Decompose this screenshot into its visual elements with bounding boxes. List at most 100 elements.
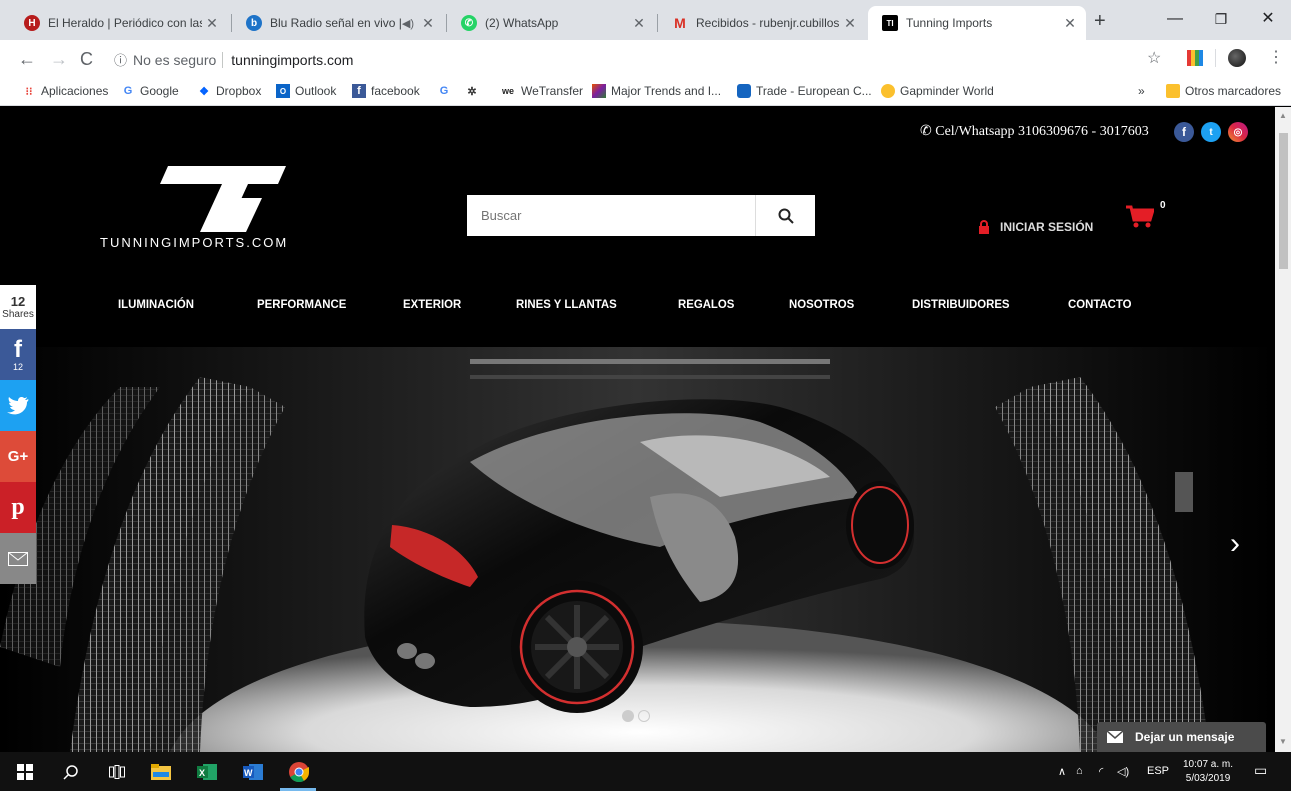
el-heraldo-favicon-icon: H: [24, 15, 40, 31]
blu-radio-favicon-icon: b: [246, 15, 262, 31]
file-explorer-icon[interactable]: [150, 761, 172, 783]
search-button[interactable]: [755, 195, 815, 236]
nav-distribuidores[interactable]: DISTRIBUIDORES: [912, 297, 1010, 311]
nav-iluminacion[interactable]: ILUMINACIÓN: [118, 297, 194, 311]
scrollbar-thumb[interactable]: [1279, 133, 1288, 269]
tray-chevron-icon[interactable]: ∧: [1058, 765, 1066, 778]
close-icon[interactable]: ✕: [1060, 15, 1080, 32]
close-icon[interactable]: ✕: [202, 15, 222, 32]
facebook-icon: f: [14, 335, 22, 363]
nav-nosotros[interactable]: NOSOTROS: [789, 297, 854, 311]
clock-time: 10:07 a. m.: [1183, 759, 1234, 770]
bookmark-google-2[interactable]: G: [437, 84, 456, 98]
profile-avatar[interactable]: [1228, 49, 1246, 67]
gmail-favicon-icon: M: [674, 15, 686, 31]
trends-icon: [592, 84, 606, 98]
info-icon[interactable]: ⓘ: [114, 50, 127, 69]
toolbar-divider: [1215, 49, 1216, 67]
language-indicator[interactable]: ESP: [1147, 765, 1169, 777]
task-view-icon[interactable]: [106, 761, 128, 783]
chat-label: Dejar un mensaje: [1135, 730, 1235, 744]
speaker-icon[interactable]: ◀︎): [402, 17, 414, 30]
whatsapp-icon: ✆: [920, 124, 932, 139]
bookmark-trade[interactable]: Trade - European C...: [737, 84, 872, 98]
bookmark-dropbox[interactable]: ❖ Dropbox: [197, 84, 261, 98]
windows-start-icon[interactable]: [14, 761, 36, 783]
close-icon[interactable]: ✕: [418, 15, 438, 32]
nav-rines-y-llantas[interactable]: RINES Y LLANTAS: [516, 297, 617, 311]
twitter-icon[interactable]: t: [1201, 122, 1221, 142]
search-box: [467, 195, 815, 236]
network-icon[interactable]: ⌂: [1076, 765, 1083, 777]
bookmark-label: Google: [140, 84, 179, 98]
bookmark-outlook[interactable]: O Outlook: [276, 84, 336, 98]
scroll-up-icon[interactable]: ▲: [1279, 111, 1287, 120]
login-link[interactable]: INICIAR SESIÓN: [978, 220, 1093, 234]
bookmark-aplicaciones[interactable]: ⁝⁝ Aplicaciones: [22, 84, 109, 98]
instagram-icon[interactable]: ◎: [1228, 122, 1248, 142]
share-google-plus-button[interactable]: G+: [0, 431, 36, 482]
nav-performance[interactable]: PERFORMANCE: [257, 297, 346, 311]
chat-widget-button[interactable]: Dejar un mensaje: [1097, 722, 1266, 752]
share-facebook-button[interactable]: f 12: [0, 329, 36, 380]
search-input[interactable]: [467, 195, 755, 236]
address-bar[interactable]: ⓘ No es seguro tunningimports.com: [104, 46, 1172, 73]
clock[interactable]: 10:07 a. m. 5/03/2019: [1183, 758, 1233, 786]
facebook-icon: f: [352, 84, 366, 98]
forward-icon[interactable]: →: [50, 49, 68, 69]
restore-icon[interactable]: ❐: [1198, 6, 1244, 32]
chrome-icon[interactable]: [288, 761, 310, 783]
facebook-icon[interactable]: f: [1174, 122, 1194, 142]
nav-exterior[interactable]: EXTERIOR: [403, 297, 461, 311]
close-icon[interactable]: ✕: [840, 15, 860, 32]
slider-dot-active[interactable]: [622, 710, 634, 722]
url-text[interactable]: tunningimports.com: [231, 52, 353, 68]
volume-icon[interactable]: ◁): [1117, 765, 1129, 778]
tab-whatsapp[interactable]: ✆ (2) WhatsApp ✕: [447, 6, 655, 40]
slider-next-arrow[interactable]: ›: [1230, 529, 1240, 559]
bookmark-otros-marcadores[interactable]: Otros marcadores: [1166, 84, 1281, 98]
share-pinterest-button[interactable]: p: [0, 482, 36, 533]
back-icon[interactable]: ←: [18, 49, 36, 69]
notifications-icon[interactable]: ▭: [1254, 762, 1267, 779]
bookmark-gapminder[interactable]: Gapminder World: [881, 84, 994, 98]
bookmark-google[interactable]: G Google: [121, 84, 179, 98]
bookmark-sena[interactable]: ✲: [465, 84, 484, 98]
minimize-icon[interactable]: —: [1152, 6, 1198, 32]
word-icon[interactable]: W: [242, 761, 264, 783]
scroll-down-icon[interactable]: ▼: [1279, 737, 1287, 746]
new-tab-button[interactable]: +: [1094, 10, 1106, 33]
window-close-icon[interactable]: ✕: [1245, 6, 1291, 32]
bookmark-label: Gapminder World: [900, 84, 994, 98]
close-icon[interactable]: ✕: [629, 15, 649, 32]
tab-title: (2) WhatsApp: [485, 16, 559, 30]
tab-blu-radio[interactable]: b Blu Radio señal en vivo | N ◀︎) ✕: [232, 6, 444, 40]
share-count-number: 12: [10, 294, 26, 309]
tab-gmail[interactable]: M Recibidos - rubenjr.cubillos@ ✕: [658, 6, 866, 40]
share-email-button[interactable]: [0, 533, 36, 584]
bookmarks-more-icon[interactable]: »: [1138, 84, 1145, 98]
bookmark-wetransfer[interactable]: we WeTransfer: [500, 84, 583, 98]
extension-icon[interactable]: [1187, 50, 1203, 66]
star-icon[interactable]: ☆: [1147, 48, 1161, 68]
tunning-imports-favicon-icon: TI: [882, 15, 898, 31]
nav-regalos[interactable]: REGALOS: [678, 297, 734, 311]
share-twitter-button[interactable]: [0, 380, 36, 431]
svg-text:X: X: [199, 768, 205, 778]
tab-tunning-imports[interactable]: TI Tunning Imports ✕: [868, 6, 1086, 40]
apps-icon: ⁝⁝: [25, 85, 33, 98]
search-icon[interactable]: [60, 761, 82, 783]
menu-icon[interactable]: ⋮: [1268, 47, 1284, 67]
reload-icon[interactable]: C: [80, 49, 93, 69]
web-page: ✆ Cel/Whatsapp 3106309676 - 3017603 f t …: [0, 107, 1275, 752]
nav-contacto[interactable]: CONTACTO: [1068, 297, 1132, 311]
bookmark-label: Trade - European C...: [756, 84, 872, 98]
cart-button[interactable]: [1126, 205, 1156, 234]
slider-dot[interactable]: [638, 710, 650, 722]
tab-el-heraldo[interactable]: H El Heraldo | Periódico con las ú ✕: [10, 6, 228, 40]
bookmark-major-trends[interactable]: Major Trends and I...: [592, 84, 721, 98]
excel-icon[interactable]: X: [196, 761, 218, 783]
wifi-icon[interactable]: ◜: [1099, 765, 1103, 778]
bookmark-facebook[interactable]: f facebook: [352, 84, 420, 98]
svg-text:W: W: [244, 768, 253, 778]
